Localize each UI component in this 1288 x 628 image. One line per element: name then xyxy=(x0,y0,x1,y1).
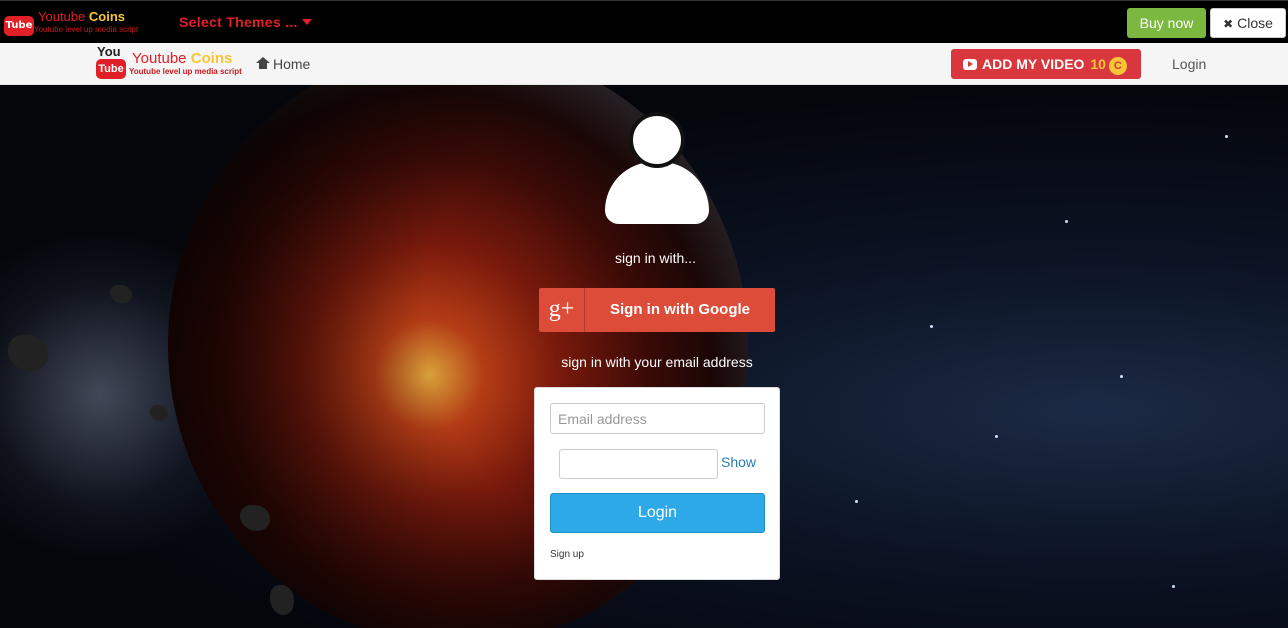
sign-in-with-text: sign in with... xyxy=(615,250,696,266)
home-link-label: Home xyxy=(273,56,311,72)
email-signin-hint: sign in with your email address xyxy=(561,354,753,370)
asteroid xyxy=(150,405,168,421)
site-logo-you: You xyxy=(97,44,121,59)
buy-now-button[interactable]: Buy now xyxy=(1127,8,1206,38)
coin-icon: C xyxy=(1108,57,1127,75)
asteroid xyxy=(270,585,294,615)
google-plus-icon: g+ xyxy=(539,288,585,332)
tube-logo-icon: Tube xyxy=(4,16,34,36)
star xyxy=(1065,220,1068,223)
demo-logo-title: Youtube Coins xyxy=(38,9,125,24)
password-field[interactable] xyxy=(559,449,718,479)
email-field[interactable] xyxy=(550,403,765,434)
login-button[interactable]: Login xyxy=(550,493,765,533)
select-themes-label: Select Themes ... xyxy=(179,14,298,30)
user-avatar-body xyxy=(605,162,709,224)
caret-down-icon xyxy=(301,19,312,25)
login-panel: Show Login Sign up xyxy=(534,387,780,580)
close-button[interactable]: ✖ Close xyxy=(1210,8,1286,38)
star xyxy=(1120,375,1123,378)
tube-logo-icon: Tube xyxy=(96,59,126,79)
home-icon xyxy=(256,57,270,70)
demo-topbar: Tube Youtube Coins Youtube level up medi… xyxy=(0,0,1288,43)
star xyxy=(1225,135,1228,138)
user-avatar-head xyxy=(629,112,685,168)
star xyxy=(995,435,998,438)
select-themes-dropdown[interactable]: Select Themes ... xyxy=(179,14,312,30)
coin-count: 10 xyxy=(1090,56,1106,72)
demo-logo-tagline: Youtube level up media script xyxy=(34,25,139,34)
star xyxy=(855,500,858,503)
site-logo[interactable]: You Tube Youtube Coins Youtube level up … xyxy=(96,44,246,81)
play-icon xyxy=(963,59,977,70)
user-avatar-icon xyxy=(605,112,709,224)
google-signin-label: Sign in with Google xyxy=(610,301,750,318)
site-logo-title: Youtube Coins xyxy=(132,50,233,67)
demo-logo[interactable]: Tube Youtube Coins Youtube level up medi… xyxy=(4,7,154,39)
show-password-link[interactable]: Show xyxy=(721,454,756,470)
home-link[interactable]: Home xyxy=(256,56,311,72)
close-x-icon: ✖ xyxy=(1223,17,1234,31)
star xyxy=(1172,585,1175,588)
add-my-video-button[interactable]: ADD MY VIDEO 10 C xyxy=(951,49,1141,79)
add-my-video-label: ADD MY VIDEO xyxy=(982,56,1085,72)
sign-up-link[interactable]: Sign up xyxy=(550,549,584,560)
asteroid xyxy=(110,285,132,303)
nav-login-link[interactable]: Login xyxy=(1172,56,1206,72)
star xyxy=(930,325,933,328)
site-logo-tagline: Youtube level up media script xyxy=(129,67,242,76)
site-navbar: You Tube Youtube Coins Youtube level up … xyxy=(0,43,1288,85)
google-signin-button[interactable]: g+ Sign in with Google xyxy=(539,288,775,332)
close-button-label: Close xyxy=(1237,15,1273,31)
